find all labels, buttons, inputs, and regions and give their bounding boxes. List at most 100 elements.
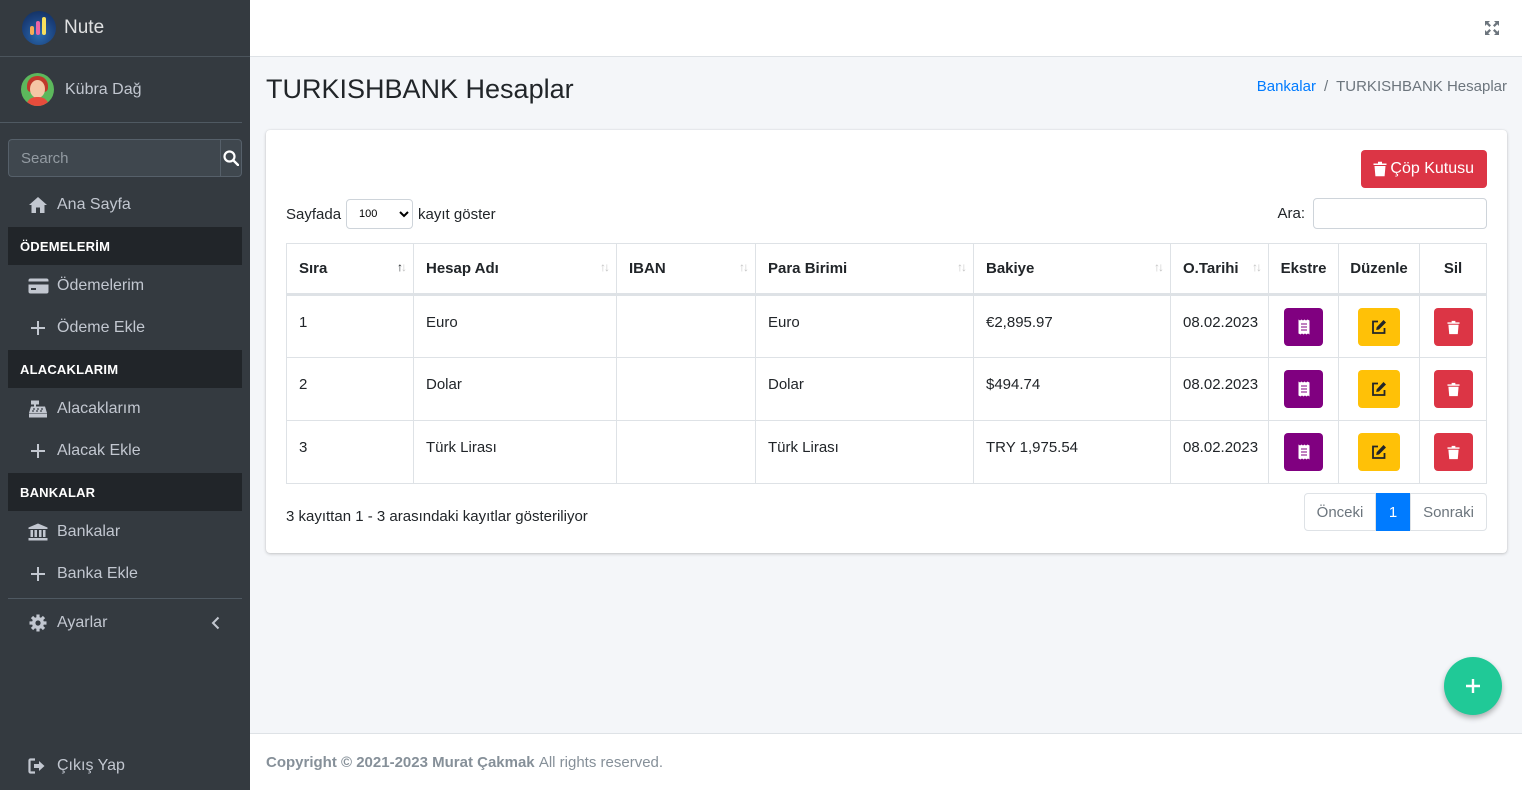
credit-card-icon bbox=[27, 276, 49, 296]
column-header-iban[interactable]: IBAN ↑↓ bbox=[616, 243, 756, 296]
trash-button-label: Çöp Kutusu bbox=[1390, 160, 1474, 177]
edit-icon bbox=[1372, 382, 1386, 396]
column-header-no[interactable]: Sıra ↑↓ bbox=[286, 243, 414, 296]
sidebar-item-label: Çıkış Yap bbox=[57, 757, 125, 774]
user-name[interactable]: Kübra Dağ bbox=[65, 81, 142, 99]
sidebar-nav: Ana Sayfa ÖDEMELERİM Ödemelerim Ödeme Ek… bbox=[0, 185, 250, 643]
footer: Copyright © 2021-2023 Murat Çakmak All r… bbox=[250, 733, 1522, 790]
gear-icon bbox=[27, 613, 49, 633]
sidebar-item-label: Alacak Ekle bbox=[57, 442, 141, 459]
trash-icon bbox=[1446, 445, 1460, 459]
table-row: 2 Dolar Dolar $494.74 08.02.2023 bbox=[286, 357, 1487, 421]
edit-icon bbox=[1372, 445, 1386, 459]
column-header-name[interactable]: Hesap Adı ↑↓ bbox=[413, 243, 617, 296]
trash-icon bbox=[1373, 161, 1387, 177]
footer-rights: All rights reserved. bbox=[538, 753, 664, 771]
pagination-page-1[interactable]: 1 bbox=[1376, 493, 1410, 531]
search-button[interactable] bbox=[220, 139, 242, 177]
sidebar: Nute Kübra Dağ Ana Sayfa ÖDEMELERİM Ödem… bbox=[0, 0, 250, 790]
table-row: 1 Euro Euro €2,895.97 08.02.2023 bbox=[286, 294, 1487, 358]
plus-icon bbox=[27, 441, 49, 461]
sidebar-search bbox=[8, 139, 242, 177]
brand-link[interactable]: Nute bbox=[0, 0, 250, 57]
footer-copyright: Copyright © 2021-2023 Murat Çakmak bbox=[266, 753, 535, 771]
sidebar-item-home[interactable]: Ana Sayfa bbox=[0, 185, 242, 225]
cell-balance: $494.74 bbox=[973, 357, 1171, 421]
receipt-icon bbox=[1298, 319, 1309, 335]
page-length-select[interactable]: 100 bbox=[346, 199, 414, 229]
home-icon bbox=[27, 195, 49, 215]
cell-name: Euro bbox=[413, 294, 617, 358]
sidebar-item-add-payment[interactable]: Ödeme Ekle bbox=[0, 308, 242, 348]
delete-button[interactable] bbox=[1433, 308, 1473, 346]
column-header-currency[interactable]: Para Birimi ↑↓ bbox=[755, 243, 974, 296]
user-panel[interactable]: Kübra Dağ bbox=[0, 57, 242, 123]
search-input[interactable] bbox=[8, 139, 220, 177]
content-header: TURKISHBANK Hesaplar Bankalar / TURKISHBAN… bbox=[266, 70, 1507, 110]
cell-date: 08.02.2023 bbox=[1170, 420, 1269, 484]
filter-input[interactable] bbox=[1313, 198, 1487, 229]
receipt-icon bbox=[1298, 444, 1309, 460]
pagination: Önceki 1 Sonraki bbox=[1304, 493, 1487, 531]
page-length-control: Sayfada 100 kayıt göster bbox=[286, 199, 496, 229]
nav-divider bbox=[8, 598, 242, 599]
avatar bbox=[21, 73, 54, 106]
cell-statement bbox=[1268, 420, 1339, 484]
cell-date: 08.02.2023 bbox=[1170, 294, 1269, 358]
edit-button[interactable] bbox=[1358, 433, 1400, 471]
cell-balance: TRY 1,975.54 bbox=[973, 420, 1171, 484]
cell-no: 2 bbox=[286, 357, 414, 421]
cell-currency: Türk Lirası bbox=[755, 420, 974, 484]
sidebar-item-add-receivable[interactable]: Alacak Ekle bbox=[0, 431, 242, 471]
cell-date: 08.02.2023 bbox=[1170, 357, 1269, 421]
column-header-statement: Ekstre bbox=[1268, 243, 1339, 296]
table-info: 3 kayıttan 1 - 3 arasındaki kayıtlar gös… bbox=[286, 508, 588, 525]
sidebar-item-logout[interactable]: Çıkış Yap bbox=[0, 746, 242, 786]
sidebar-item-banks[interactable]: Bankalar bbox=[0, 512, 242, 552]
cell-delete bbox=[1419, 420, 1487, 484]
pagination-prev[interactable]: Önceki bbox=[1304, 493, 1376, 531]
add-account-button[interactable] bbox=[1444, 657, 1502, 715]
breadcrumb: Bankalar / TURKISHBANK Hesaplar bbox=[1256, 78, 1507, 95]
cell-iban bbox=[616, 420, 756, 484]
cell-edit bbox=[1338, 420, 1420, 484]
chevron-left-icon bbox=[211, 616, 220, 630]
column-header-date[interactable]: O.Tarihi ↑↓ bbox=[1170, 243, 1269, 296]
statement-button[interactable] bbox=[1284, 433, 1323, 471]
column-header-balance[interactable]: Bakiye ↑↓ bbox=[973, 243, 1171, 296]
nav-header-receivables: ALACAKLARIM bbox=[8, 350, 242, 388]
length-suffix: kayıt göster bbox=[418, 205, 496, 223]
trash-button[interactable]: Çöp Kutusu bbox=[1361, 150, 1487, 188]
table-filter: Ara: bbox=[1277, 198, 1487, 229]
cell-no: 3 bbox=[286, 420, 414, 484]
cell-edit bbox=[1338, 294, 1420, 358]
edit-button[interactable] bbox=[1358, 370, 1400, 408]
cash-register-icon bbox=[27, 399, 49, 419]
pagination-next[interactable]: Sonraki bbox=[1410, 493, 1487, 531]
sidebar-item-label: Ayarlar bbox=[57, 614, 108, 631]
sidebar-item-receivables[interactable]: Alacaklarım bbox=[0, 389, 242, 429]
sidebar-item-payments[interactable]: Ödemelerim bbox=[0, 266, 242, 306]
edit-button[interactable] bbox=[1358, 308, 1400, 346]
trash-icon bbox=[1446, 382, 1460, 396]
breadcrumb-current: TURKISHBANK Hesaplar bbox=[1336, 78, 1507, 95]
sign-out-icon bbox=[27, 756, 49, 776]
receipt-icon bbox=[1298, 381, 1309, 397]
fullscreen-icon[interactable] bbox=[1484, 20, 1500, 36]
cell-statement bbox=[1268, 357, 1339, 421]
plus-icon bbox=[27, 318, 49, 338]
breadcrumb-link-banks[interactable]: Bankalar bbox=[1257, 78, 1316, 95]
brand-name: Nute bbox=[64, 17, 105, 38]
sidebar-item-settings[interactable]: Ayarlar bbox=[0, 603, 242, 643]
search-icon bbox=[223, 150, 239, 166]
cell-name: Dolar bbox=[413, 357, 617, 421]
delete-button[interactable] bbox=[1433, 370, 1473, 408]
edit-icon bbox=[1372, 320, 1386, 334]
statement-button[interactable] bbox=[1284, 308, 1323, 346]
statement-button[interactable] bbox=[1284, 370, 1323, 408]
delete-button[interactable] bbox=[1433, 433, 1473, 471]
nav-header-banks: BANKALAR bbox=[8, 473, 242, 511]
sidebar-item-add-bank[interactable]: Banka Ekle bbox=[0, 554, 242, 594]
sidebar-item-label: Ödeme Ekle bbox=[57, 319, 146, 336]
brand-logo-icon bbox=[22, 11, 56, 45]
